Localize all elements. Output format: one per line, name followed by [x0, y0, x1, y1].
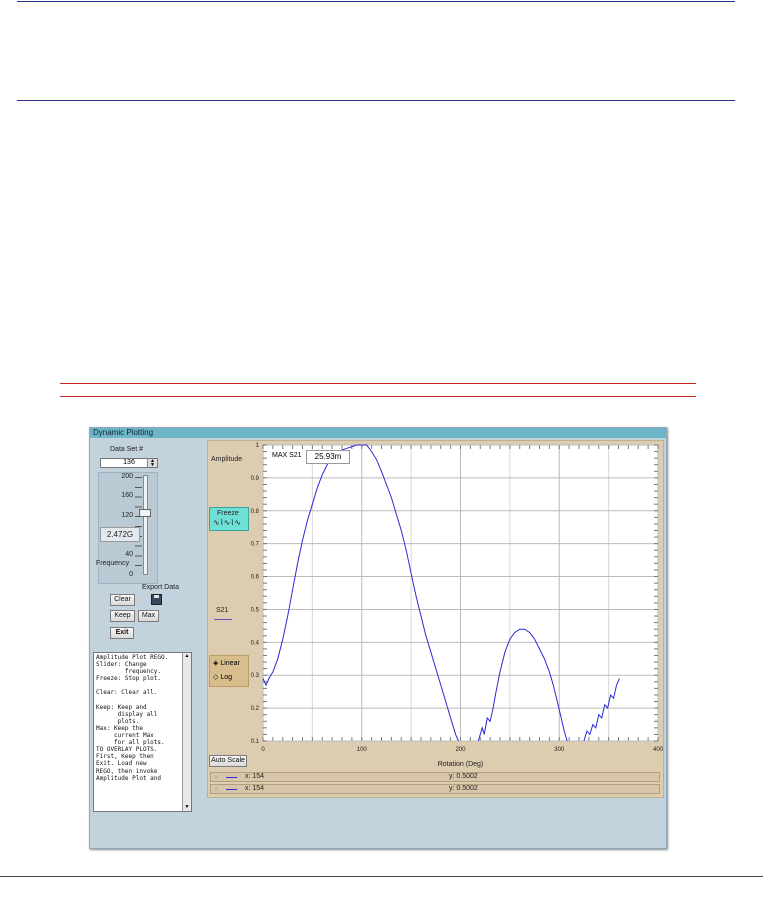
plot-panel: Amplitude Freeze ∿⌇∿⌇∿ S21 ◈ Linear ◇ Lo…	[207, 440, 664, 798]
dataset-spinner[interactable]: 136 ▲ ▼	[100, 458, 158, 468]
legend-row: ■ x: 154 y: 0.5002	[210, 772, 660, 782]
frequency-readout: 2.472G	[100, 527, 140, 542]
save-icon[interactable]	[151, 594, 162, 605]
legend-checkbox[interactable]: ■	[214, 774, 218, 782]
slider-thumb[interactable]	[139, 508, 151, 517]
legend-row: ■ x: 154 y: 0.5002	[210, 784, 660, 794]
frequency-label: Frequency	[96, 560, 130, 567]
slider-tick: 200	[121, 473, 133, 480]
top-rule	[17, 1, 735, 2]
clear-button[interactable]: Clear	[110, 594, 135, 606]
window-title: Dynamic Plotting	[90, 428, 666, 438]
x-tick-label: 300	[554, 747, 565, 753]
spinner-arrows-icon[interactable]: ▲ ▼	[147, 459, 157, 468]
slider-tick: 160	[121, 492, 133, 499]
y-tick-label: 0.7	[251, 542, 260, 548]
bottom-rule	[0, 876, 763, 877]
x-tick-label: 200	[455, 747, 466, 753]
keep-button[interactable]: Keep	[110, 610, 135, 622]
slider-tick: 120	[121, 512, 133, 519]
y-tick-label: 1	[256, 443, 260, 449]
help-scrollbar[interactable]: ▲ ▼	[182, 653, 191, 811]
max-label: MAX S21	[272, 452, 302, 459]
legend-y: y: 0.5002	[449, 785, 478, 792]
header-rule	[17, 100, 735, 101]
x-axis-title: Rotation (Deg)	[438, 761, 484, 768]
help-text: Amplitude Plot REGO. Slider: Change freq…	[96, 654, 169, 782]
legend-line-icon	[226, 789, 237, 790]
y-tick-label: 0.2	[251, 706, 260, 712]
y-tick-label: 0.1	[251, 739, 260, 745]
red-rule-bottom	[60, 396, 696, 397]
red-rule-top	[60, 383, 696, 384]
slider-tick: 0	[129, 571, 133, 578]
max-readout: MAX S21	[272, 452, 302, 459]
slider-tickmarks	[135, 477, 142, 575]
legend-checkbox[interactable]: ■	[214, 786, 218, 794]
y-tick-label: 0.9	[251, 476, 260, 482]
legend-line-icon	[226, 777, 237, 778]
x-tick-label: 100	[357, 747, 368, 753]
amplitude-chart[interactable]: 0 100 200 300 400 1 0.9 0.8 0.7 0.6 0.5 0.4 0.3 0.2 0.…	[207, 440, 664, 798]
max-value-box: 25.93m	[306, 450, 350, 464]
slider-tick: 40	[125, 551, 133, 558]
legend-x: x: 154	[245, 785, 265, 792]
dataset-label: Data Set #	[110, 446, 144, 453]
y-tick-label: 0.5	[251, 607, 260, 613]
y-tick-label: 0.3	[251, 673, 260, 679]
dynamic-plotting-window: Dynamic Plotting Data Set # 136 ▲ ▼ 200 1…	[89, 427, 667, 849]
x-tick-label: 0	[261, 747, 265, 753]
legend-y: y: 0.5002	[449, 773, 478, 780]
y-tick-label: 0.6	[251, 575, 260, 581]
export-data-label: Export Data	[142, 584, 179, 591]
exit-button[interactable]: Exit	[110, 627, 134, 639]
slider-track[interactable]	[143, 475, 148, 575]
legend-x: x: 154	[245, 773, 265, 780]
x-tick-label: 400	[653, 747, 664, 753]
dataset-value: 136	[123, 459, 135, 466]
max-button[interactable]: Max	[138, 610, 159, 622]
help-textbox[interactable]: Amplitude Plot REGO. Slider: Change freq…	[93, 652, 192, 812]
y-tick-label: 0.8	[251, 509, 260, 515]
y-tick-label: 0.4	[251, 640, 260, 646]
